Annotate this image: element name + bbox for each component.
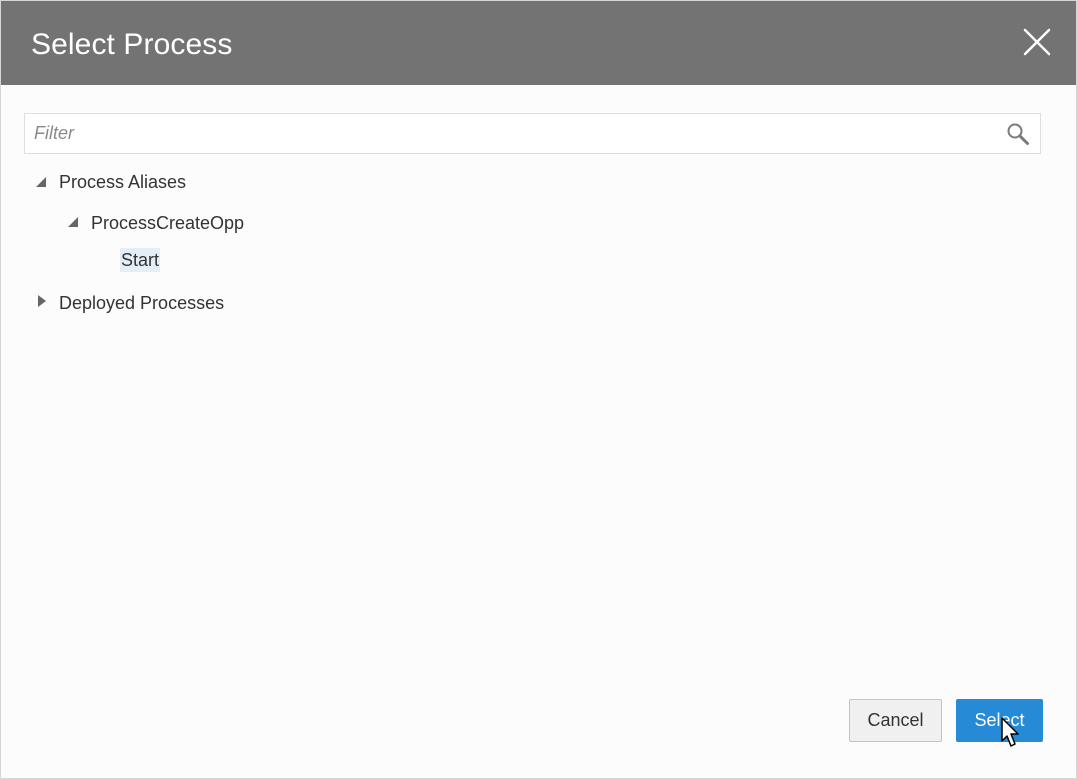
close-button[interactable] <box>1020 25 1054 59</box>
search-icon <box>1007 123 1029 145</box>
dialog-header: Select Process <box>1 1 1076 85</box>
filter-input[interactable] <box>25 114 994 153</box>
search-button[interactable] <box>1006 122 1030 146</box>
tree-node-label: Deployed Processes <box>59 293 225 313</box>
close-icon <box>1023 28 1051 56</box>
filter-field <box>24 113 1041 154</box>
tree-node-label: Process Aliases <box>59 172 187 192</box>
select-button[interactable]: Select <box>956 699 1043 742</box>
tree-node-label: Start <box>120 248 161 272</box>
expand-triangle-icon[interactable] <box>36 295 48 307</box>
tree-node-label: ProcessCreateOpp <box>91 213 245 233</box>
select-process-dialog: Select Process Process Aliases ProcessCr… <box>0 0 1077 779</box>
dialog-title: Select Process <box>31 28 233 61</box>
collapse-triangle-icon[interactable] <box>67 216 79 228</box>
cancel-button[interactable]: Cancel <box>849 699 942 742</box>
collapse-triangle-icon[interactable] <box>35 176 47 188</box>
